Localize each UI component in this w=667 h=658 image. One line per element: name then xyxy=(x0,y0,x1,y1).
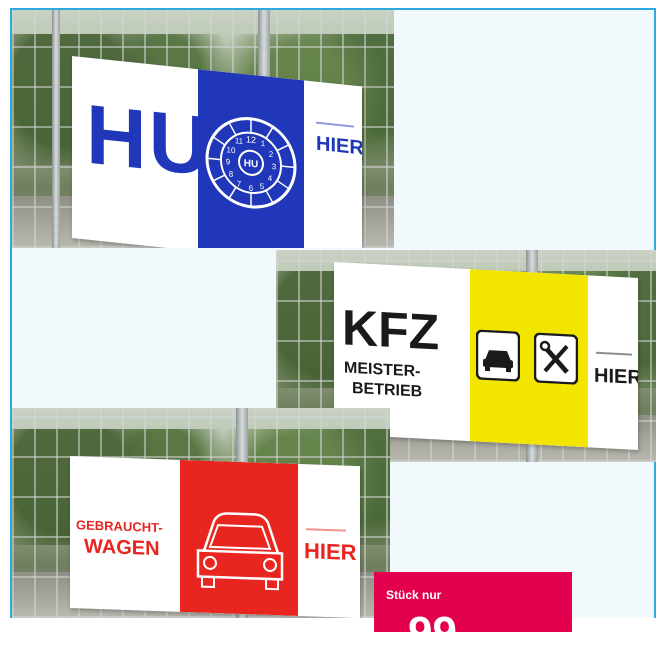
car-icon xyxy=(476,329,520,382)
seal-number: 5 xyxy=(260,182,265,191)
seal-number: 6 xyxy=(249,184,254,193)
seal-number: 1 xyxy=(261,139,266,148)
price-badge: Stück nur 99 xyxy=(374,572,572,657)
gw-line2: WAGEN xyxy=(84,535,160,561)
fine-print-line xyxy=(316,121,354,128)
gw-red-panel xyxy=(180,459,298,616)
seal-number: 8 xyxy=(229,169,234,178)
fine-print-line xyxy=(306,528,346,532)
kfz-hier-text: HIER xyxy=(594,364,638,390)
seal-number: 11 xyxy=(235,136,244,146)
seal-number: 10 xyxy=(227,145,236,155)
hu-blue-panel: HU 12 1 2 3 4 5 6 7 8 9 10 11 xyxy=(198,69,304,248)
kfz-line1: MEISTER- xyxy=(344,359,421,381)
hu-banner: HU HU 12 1 2 3 4 5 6 7 8 9 10 11 HIER xyxy=(72,56,362,248)
price-label: Stück nur xyxy=(386,588,442,602)
wrench-screwdriver-icon xyxy=(534,332,578,385)
seal-number: 12 xyxy=(246,134,256,145)
seal-number: 3 xyxy=(272,162,277,171)
car-outline-icon xyxy=(196,512,284,591)
kfz-yellow-panel xyxy=(470,269,588,448)
seal-number: 4 xyxy=(268,174,273,183)
fine-print-line xyxy=(596,351,632,356)
seal-number: 2 xyxy=(269,150,274,159)
seal-number: 9 xyxy=(226,157,231,166)
fence-post xyxy=(52,10,60,248)
hu-text: HU xyxy=(86,86,212,194)
hu-hier-text: HIER xyxy=(316,132,362,160)
photo-gebrauchtwagen-banner: GEBRAUCHT- WAGEN HIER xyxy=(12,408,390,618)
gebrauchtwagen-banner: GEBRAUCHT- WAGEN HIER xyxy=(70,456,360,618)
hu-seal-icon: HU 12 1 2 3 4 5 6 7 8 9 10 11 xyxy=(205,117,297,209)
price-digits: 99 xyxy=(408,608,457,657)
kfz-line2: BETRIEB xyxy=(352,379,423,401)
seal-center-text: HU xyxy=(244,158,258,170)
seal-number: 7 xyxy=(237,179,242,188)
gw-hier-text: HIER xyxy=(304,538,357,566)
kfz-title: KFZ xyxy=(342,299,440,361)
gw-line1: GEBRAUCHT- xyxy=(76,517,163,536)
photo-hu-banner: HU HU 12 1 2 3 4 5 6 7 8 9 10 11 HIER xyxy=(12,10,394,248)
